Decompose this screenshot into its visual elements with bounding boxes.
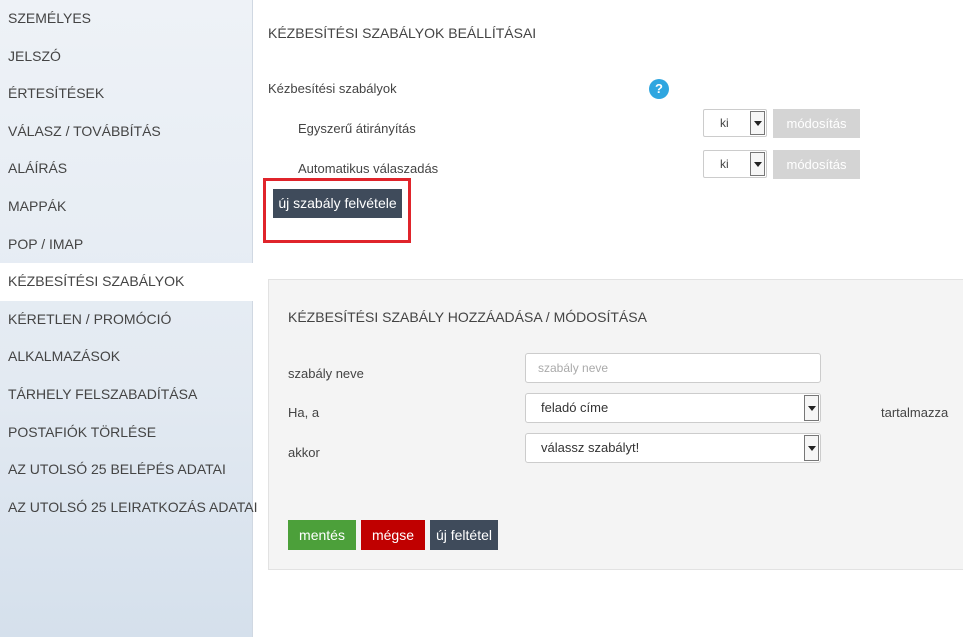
sidebar-item-reply-forward[interactable]: VÁLASZ / TOVÁBBÍTÁS [0, 113, 252, 151]
then-label: akkor [288, 445, 320, 460]
chevron-down-icon [804, 395, 819, 421]
rule-label-simple-redirect: Egyszerű átirányítás [298, 121, 416, 136]
sidebar-item-pop-imap[interactable]: POP / IMAP [0, 226, 252, 264]
if-label: Ha, a [288, 405, 320, 420]
condition-field-value: feladó címe [541, 400, 609, 415]
rule-edit-panel: KÉZBESÍTÉSI SZABÁLY HOZZÁADÁSA / MÓDOSÍT… [268, 279, 963, 570]
sidebar-item-personal[interactable]: SZEMÉLYES [0, 0, 252, 38]
auto-reply-modify-button[interactable]: módosítás [773, 150, 860, 179]
simple-redirect-select[interactable]: ki [703, 109, 767, 137]
action-select[interactable]: válassz szabályt! [525, 433, 821, 463]
sidebar-item-password[interactable]: JELSZÓ [0, 38, 252, 76]
settings-sidebar: SZEMÉLYES JELSZÓ ÉRTESÍTÉSEK VÁLASZ / TO… [0, 0, 257, 637]
rule-name-label: szabály neve [288, 366, 364, 381]
new-rule-button[interactable]: új szabály felvétele [273, 189, 402, 218]
sidebar-item-notifications[interactable]: ÉRTESÍTÉSEK [0, 75, 252, 113]
chevron-down-icon [750, 111, 765, 135]
rule-name-input[interactable] [525, 353, 821, 383]
simple-redirect-value: ki [720, 116, 729, 130]
sidebar-item-folders[interactable]: MAPPÁK [0, 188, 252, 226]
auto-reply-select[interactable]: ki [703, 150, 767, 178]
sidebar-item-last-logins[interactable]: AZ UTOLSÓ 25 BELÉPÉS ADATAI [0, 451, 252, 489]
sidebar-item-free-storage[interactable]: TÁRHELY FELSZABADÍTÁSA [0, 376, 252, 414]
chevron-down-icon [804, 435, 819, 461]
sidebar-item-delivery-rules[interactable]: KÉZBESÍTÉSI SZABÁLYOK [0, 263, 253, 301]
sidebar-item-apps[interactable]: ALKALMAZÁSOK [0, 338, 252, 376]
auto-reply-value: ki [720, 157, 729, 171]
sidebar-item-last-unsubscribes[interactable]: AZ UTOLSÓ 25 LEIRATKOZÁS ADATAI [0, 489, 257, 527]
rules-label: Kézbesítési szabályok [268, 81, 397, 96]
chevron-down-icon [750, 152, 765, 176]
main-content: KÉZBESÍTÉSI SZABÁLYOK BEÁLLÍTÁSAI Kézbes… [253, 0, 963, 637]
sidebar-item-delete-account[interactable]: POSTAFIÓK TÖRLÉSE [0, 414, 252, 452]
condition-field-select[interactable]: feladó címe [525, 393, 821, 423]
rule-label-auto-reply: Automatikus válaszadás [298, 161, 439, 176]
save-button[interactable]: mentés [288, 520, 356, 550]
contains-label: tartalmazza [881, 405, 949, 420]
action-value: válassz szabályt! [541, 440, 640, 455]
new-condition-button[interactable]: új feltétel [430, 520, 498, 550]
simple-redirect-modify-button[interactable]: módosítás [773, 109, 860, 138]
cancel-button[interactable]: mégse [361, 520, 425, 550]
sidebar-item-signature[interactable]: ALÁÍRÁS [0, 150, 252, 188]
sidebar-item-spam-promotions[interactable]: KÉRETLEN / PROMÓCIÓ [0, 301, 252, 339]
panel-title: KÉZBESÍTÉSI SZABÁLY HOZZÁADÁSA / MÓDOSÍT… [288, 309, 647, 325]
page-title: KÉZBESÍTÉSI SZABÁLYOK BEÁLLÍTÁSAI [268, 25, 537, 41]
help-icon[interactable]: ? [649, 79, 669, 99]
